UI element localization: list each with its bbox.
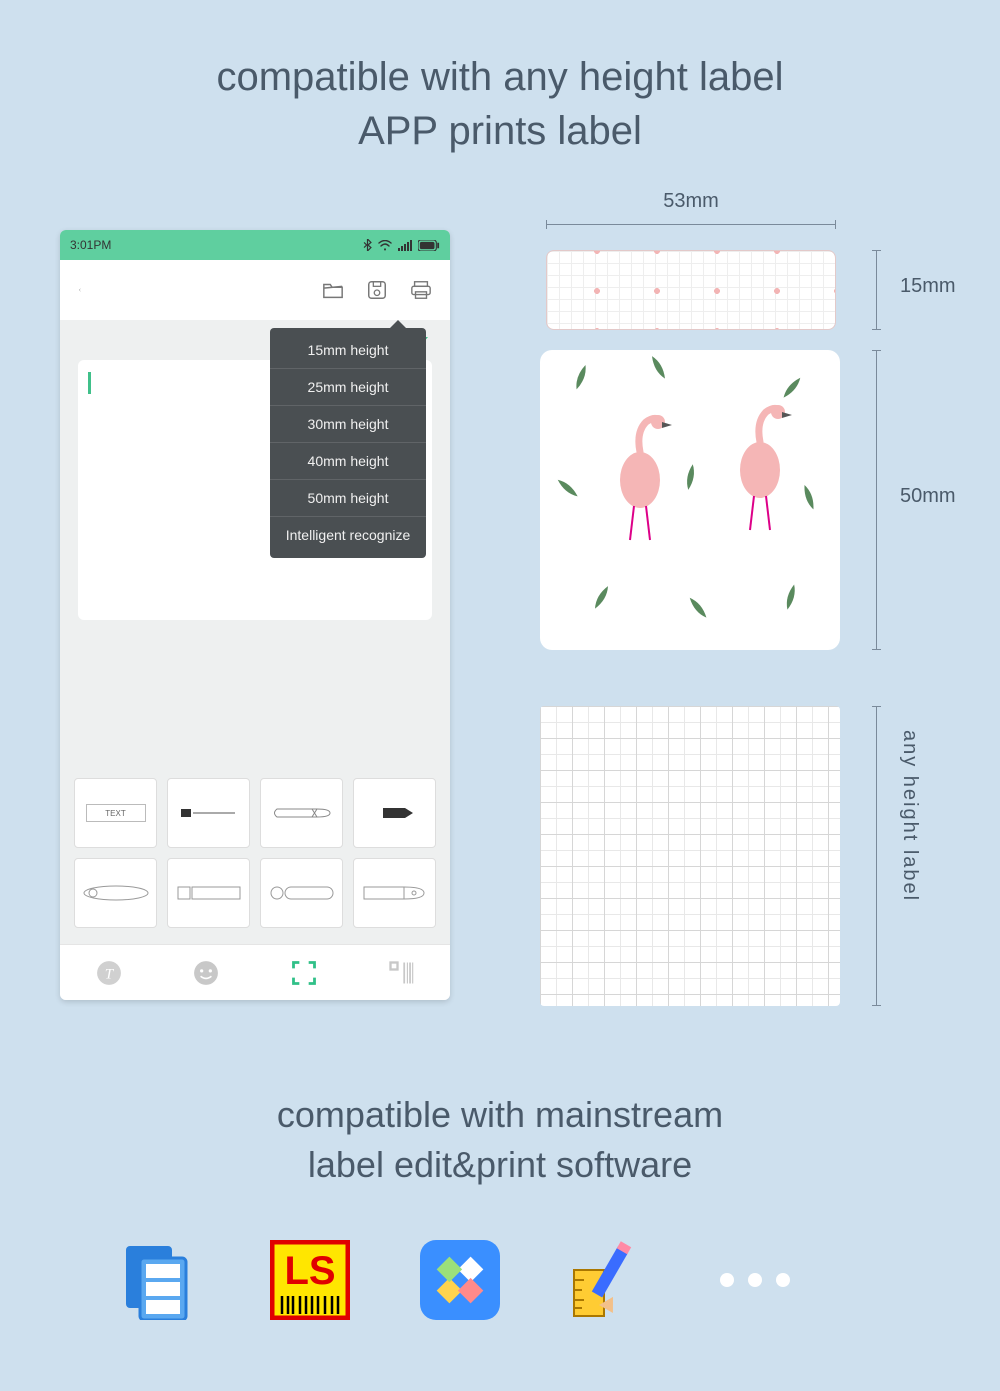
dimension-any-line (876, 706, 877, 1006)
label-sample-anyheight (540, 706, 840, 1006)
dimension-15-line (876, 250, 877, 330)
template-5[interactable] (74, 858, 157, 928)
label-sample-15mm (546, 250, 836, 330)
tab-barcode[interactable] (387, 959, 415, 987)
status-icons (363, 239, 440, 251)
software-icon-diamond (420, 1240, 500, 1320)
headline-line-2: APP prints label (0, 104, 1000, 158)
height-option-auto[interactable]: Intelligent recognize (270, 517, 426, 554)
height-option-25[interactable]: 25mm height (270, 369, 426, 406)
template-7[interactable] (260, 858, 343, 928)
wifi-icon (378, 240, 392, 251)
software-icons-row: LS (120, 1240, 790, 1320)
app-tabbar: T (60, 944, 450, 1000)
subheadline-line-2: label edit&print software (0, 1140, 1000, 1190)
height-dropdown: 15mm height 25mm height 30mm height 40mm… (270, 328, 426, 558)
back-icon[interactable] (78, 279, 82, 301)
height-option-40[interactable]: 40mm height (270, 443, 426, 480)
dimension-50-line (876, 350, 877, 650)
height-option-15[interactable]: 15mm height (270, 332, 426, 369)
save-disk-icon[interactable] (366, 279, 388, 301)
template-6[interactable] (167, 858, 250, 928)
printer-icon[interactable] (410, 279, 432, 301)
height-option-30[interactable]: 30mm height (270, 406, 426, 443)
more-icon (720, 1273, 790, 1287)
template-1-label: TEXT (86, 804, 146, 822)
template-1[interactable]: TEXT (74, 778, 157, 848)
template-grid: TEXT (60, 764, 450, 942)
tab-text[interactable]: T (95, 959, 123, 987)
dimension-width-line (546, 224, 836, 225)
template-3[interactable] (260, 778, 343, 848)
template-4[interactable] (353, 778, 436, 848)
template-2[interactable] (167, 778, 250, 848)
bluetooth-icon (363, 239, 372, 251)
text-cursor (88, 372, 91, 394)
label-canvas[interactable]: 15mm height 25mm height 30mm height 40mm… (78, 360, 432, 620)
app-toolbar (60, 260, 450, 320)
subheadline-line-1: compatible with mainstream (0, 1090, 1000, 1140)
label-sample-50mm (540, 350, 840, 650)
headline-line-1: compatible with any height label (0, 50, 1000, 104)
page-headline: compatible with any height label APP pri… (0, 50, 1000, 158)
battery-icon (418, 240, 440, 251)
status-time: 3:01PM (70, 238, 111, 252)
software-icon-ruler-pencil (570, 1240, 650, 1320)
dimension-width-label: 53mm (546, 190, 836, 213)
folder-icon[interactable] (322, 279, 344, 301)
template-8[interactable] (353, 858, 436, 928)
dimension-50-label: 50mm (900, 485, 956, 508)
tab-frame[interactable] (290, 959, 318, 987)
dimension-any-label: any height label (898, 730, 921, 902)
software-icon-labelgrid (120, 1240, 200, 1320)
signal-icon (398, 240, 412, 251)
page-subheadline: compatible with mainstream label edit&pr… (0, 1090, 1000, 1191)
height-option-50[interactable]: 50mm height (270, 480, 426, 517)
software-icon-ls: LS (270, 1240, 350, 1320)
phone-mockup: 3:01PM 25mm height 15mm height 25mm heig… (60, 230, 450, 1000)
dimension-15-label: 15mm (900, 275, 956, 298)
phone-status-bar: 3:01PM (60, 230, 450, 260)
tab-emoji[interactable] (192, 959, 220, 987)
svg-text:LS: LS (284, 1249, 335, 1293)
